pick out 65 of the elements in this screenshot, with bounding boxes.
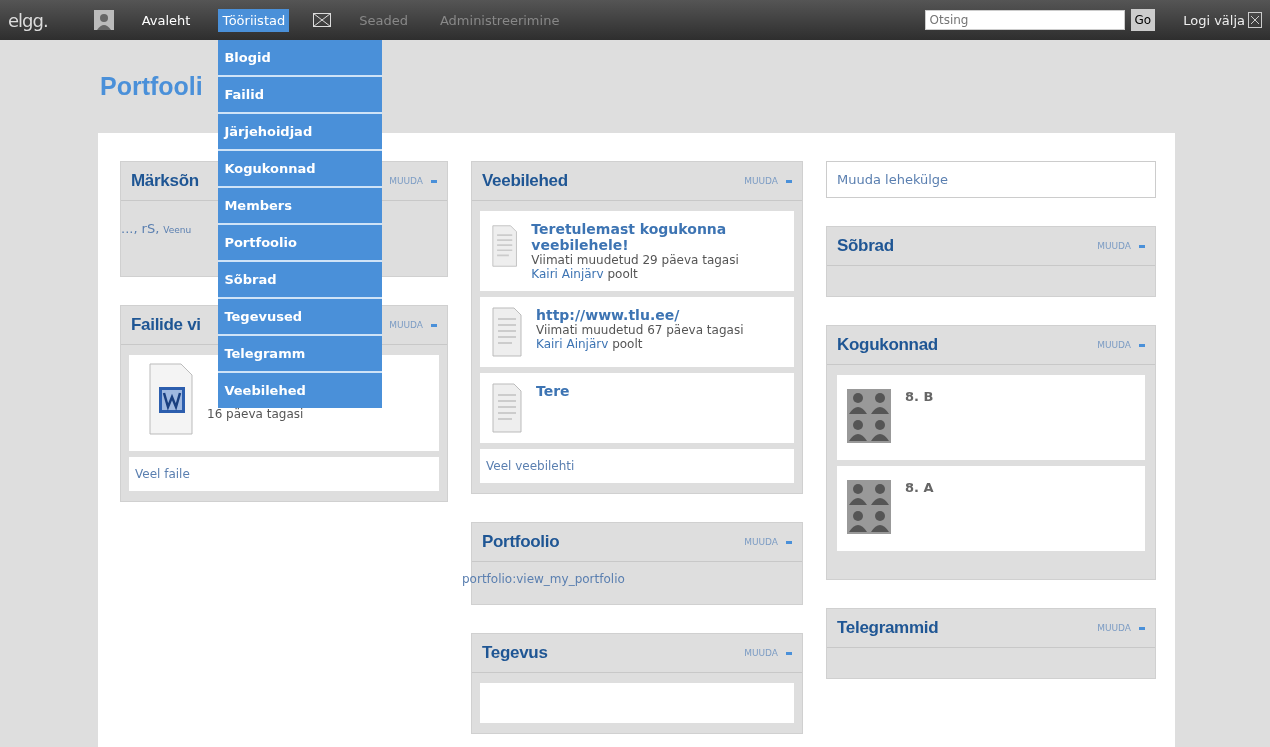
widget-title: Portfoolio bbox=[482, 532, 560, 552]
edit-link[interactable]: MUUDA bbox=[1097, 241, 1131, 251]
collapse-icon[interactable] bbox=[786, 651, 792, 655]
edit-link[interactable]: MUUDA bbox=[389, 176, 423, 186]
page-title: Portfooli bbox=[100, 72, 203, 102]
group-card[interactable]: 8. B bbox=[837, 375, 1145, 460]
widget-title: Veebilehed bbox=[482, 171, 568, 191]
nav-link[interactable]: Avaleht bbox=[137, 8, 195, 32]
edit-link[interactable]: MUUDA bbox=[1097, 623, 1131, 633]
widget-title: Märksõn bbox=[131, 171, 199, 191]
edit-link[interactable]: MUUDA bbox=[744, 537, 778, 547]
logout-link[interactable]: Logi välja bbox=[1183, 12, 1245, 28]
file-time: 16 päeva tagasi bbox=[207, 407, 304, 421]
tag-link[interactable]: rS, bbox=[141, 221, 160, 236]
collapse-icon[interactable] bbox=[431, 179, 437, 183]
tag-link[interactable]: ..., bbox=[121, 221, 138, 236]
tag-link[interactable]: Veenu bbox=[163, 225, 192, 235]
page-title-link[interactable]: Teretulemast kogukonna veebilehele! bbox=[531, 221, 782, 253]
widget-title: Tegevus bbox=[482, 643, 548, 663]
more-files-link[interactable]: Veel faile bbox=[129, 457, 439, 491]
collapse-icon[interactable] bbox=[1139, 626, 1145, 630]
go-button[interactable]: Go bbox=[1130, 9, 1156, 31]
edit-link[interactable]: MUUDA bbox=[389, 320, 423, 330]
page-updated: Viimati muudetud 29 päeva tagasi bbox=[531, 253, 740, 267]
edit-page-button[interactable]: Muuda lehekülge bbox=[826, 161, 1156, 198]
widget-title: Telegrammid bbox=[837, 618, 939, 638]
nav-link[interactable]: Administreerimine bbox=[435, 8, 564, 32]
edit-link[interactable]: MUUDA bbox=[744, 176, 778, 186]
group-name: 8. B bbox=[905, 389, 934, 406]
widget-title: Failide vi bbox=[131, 315, 201, 335]
page-title-link[interactable]: http://www.tlu.ee/ bbox=[536, 307, 744, 323]
menu-item[interactable]: Blogid bbox=[218, 40, 383, 77]
menu-item[interactable]: Veebilehed bbox=[218, 373, 383, 408]
nav-link[interactable]: Tööriistad bbox=[218, 8, 290, 32]
group-name: 8. A bbox=[905, 480, 934, 497]
group-avatar-icon bbox=[847, 480, 891, 534]
collapse-icon[interactable] bbox=[1139, 343, 1145, 347]
menu-item[interactable]: Failid bbox=[218, 77, 383, 114]
nav-link[interactable]: Seaded bbox=[355, 8, 412, 32]
edit-link[interactable]: MUUDA bbox=[744, 648, 778, 658]
mail-icon[interactable] bbox=[313, 13, 332, 27]
more-pages-link[interactable]: Veel veebilehti bbox=[480, 449, 794, 483]
author-link[interactable]: Kairi Ainjärv bbox=[536, 337, 609, 351]
collapse-icon[interactable] bbox=[786, 540, 792, 544]
group-card[interactable]: 8. A bbox=[837, 466, 1145, 551]
widget-title: Kogukonnad bbox=[837, 335, 938, 355]
page-title-link[interactable]: Tere bbox=[536, 383, 570, 399]
logo[interactable]: elgg. bbox=[8, 9, 48, 31]
search-field[interactable]: Otsing bbox=[924, 10, 1125, 30]
document-icon bbox=[492, 307, 522, 357]
page-author-line: Kairi Ainjärv poolt bbox=[531, 267, 639, 281]
widget-title: Sõbrad bbox=[837, 236, 894, 256]
group-avatar-icon bbox=[847, 389, 891, 443]
word-document-icon bbox=[149, 363, 193, 435]
collapse-icon[interactable] bbox=[1139, 244, 1145, 248]
avatar-icon[interactable] bbox=[93, 10, 114, 30]
page-updated: Viimati muudetud 67 päeva tagasi bbox=[536, 323, 744, 337]
collapse-icon[interactable] bbox=[431, 323, 437, 327]
widget-text: portfolio:view_my_portfolio bbox=[462, 571, 626, 588]
author-link[interactable]: Kairi Ainjärv bbox=[531, 267, 604, 281]
collapse-icon[interactable] bbox=[786, 179, 792, 183]
edit-link[interactable]: MUUDA bbox=[1097, 340, 1131, 350]
document-icon bbox=[492, 383, 522, 433]
page-author-line: Kairi Ainjärv poolt bbox=[536, 337, 644, 351]
close-icon[interactable] bbox=[1248, 12, 1262, 28]
